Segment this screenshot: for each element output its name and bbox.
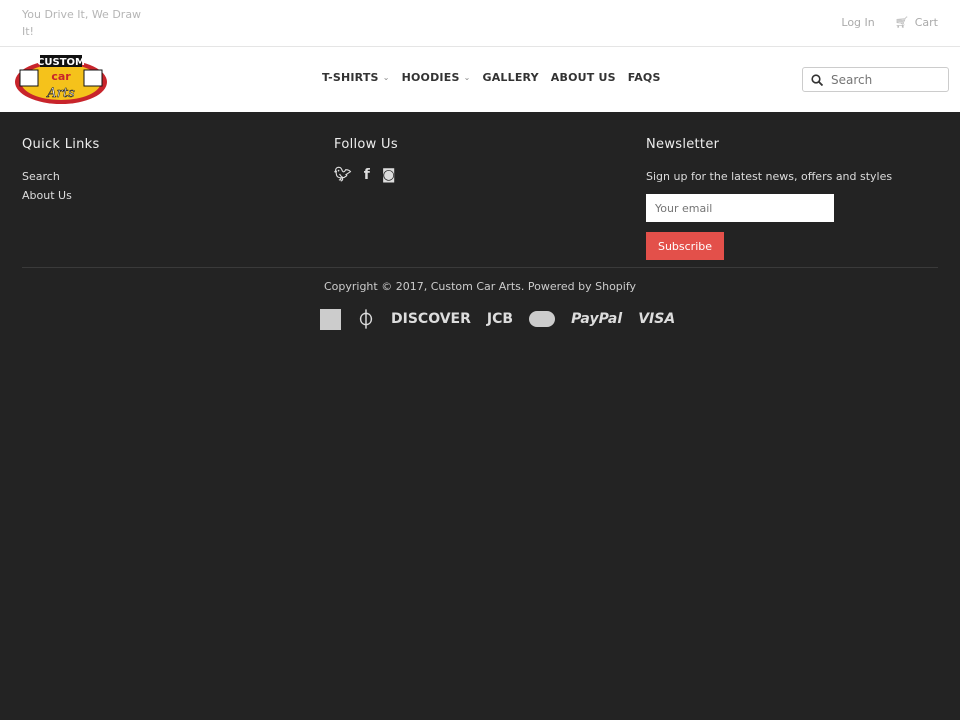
- follow-us-title: Follow Us: [334, 137, 398, 152]
- copyright: Copyright © 2017, Custom Car Arts. Power…: [323, 280, 637, 293]
- login-link[interactable]: Log In: [841, 16, 874, 29]
- mastercard-icon: [529, 311, 556, 327]
- newsletter-title: Newsletter: [646, 137, 720, 152]
- search-box: [802, 67, 949, 92]
- payment-icons: ⏀ DISCOVER JCB PayPal VISA: [320, 306, 675, 332]
- visa-icon: VISA: [638, 311, 676, 327]
- newsletter-text: Sign up for the latest news, offers and …: [646, 170, 893, 183]
- search-icon[interactable]: [811, 73, 823, 86]
- svg-text:car: car: [51, 70, 71, 83]
- cart-link[interactable]: 🛒︎ Cart: [895, 16, 938, 29]
- search-input[interactable]: [831, 72, 931, 87]
- quick-links: Quick Links Search About Us: [22, 137, 100, 205]
- subscribe-button[interactable]: Subscribe: [646, 232, 724, 260]
- nav-gallery[interactable]: GALLERY: [482, 71, 538, 84]
- discover-icon: DISCOVER: [391, 311, 471, 327]
- footer-divider: [22, 267, 938, 268]
- jcb-icon: JCB: [486, 311, 514, 327]
- newsletter: Newsletter Sign up for the latest news, …: [646, 137, 892, 260]
- svg-text:CUSTOM: CUSTOM: [37, 57, 85, 68]
- footer-link-search[interactable]: Search: [22, 167, 100, 186]
- instagram-icon[interactable]: ◙: [382, 167, 396, 183]
- nav-hoodies[interactable]: HOODIES ⌄: [402, 71, 471, 84]
- email-field[interactable]: [646, 194, 834, 222]
- tagline: You Drive It, We Draw It!: [22, 8, 142, 38]
- twitter-icon[interactable]: 🐦︎: [334, 167, 352, 183]
- amex-icon: [320, 308, 341, 330]
- nav-tshirts[interactable]: T-SHIRTS ⌄: [322, 71, 390, 84]
- follow-us: Follow Us 🐦︎ f ◙: [334, 137, 398, 183]
- chevron-down-icon: ⌄: [463, 73, 471, 82]
- chevron-down-icon: ⌄: [382, 73, 390, 82]
- quick-links-title: Quick Links: [22, 137, 100, 152]
- main-nav: T-SHIRTS ⌄ HOODIES ⌄ GALLERY ABOUT US FAQS: [322, 71, 661, 84]
- footer-link-about-us[interactable]: About Us: [22, 186, 100, 205]
- svg-text:Arts: Arts: [46, 86, 75, 101]
- facebook-icon[interactable]: f: [364, 167, 370, 183]
- paypal-icon: PayPal: [571, 311, 623, 327]
- nav-faqs[interactable]: FAQS: [628, 71, 661, 84]
- diners-club-icon: ⏀: [357, 310, 375, 331]
- header: You Drive It, We Draw It! Log In 🛒︎ Cart …: [0, 0, 960, 112]
- logo[interactable]: CUSTOM car Arts: [14, 52, 108, 106]
- cart-icon: 🛒︎: [894, 16, 909, 29]
- nav-about-us[interactable]: ABOUT US: [551, 71, 616, 84]
- divider: [0, 46, 960, 47]
